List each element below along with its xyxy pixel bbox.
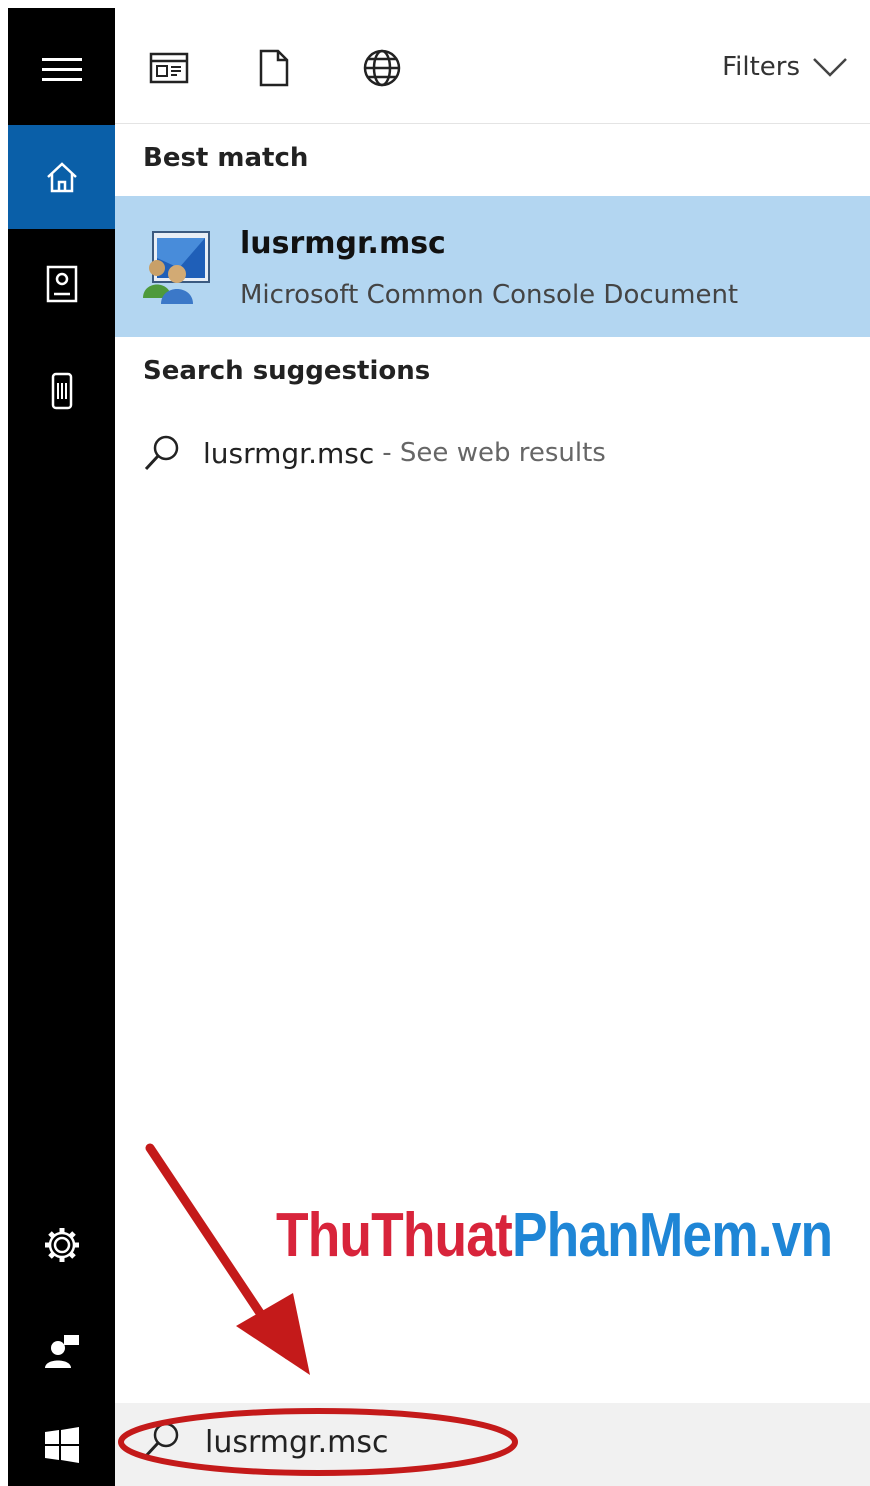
home-icon	[46, 162, 77, 193]
taskbar-search-box[interactable]: lusrmgr.msc	[115, 1403, 870, 1486]
search-input[interactable]: lusrmgr.msc	[205, 1425, 389, 1460]
watermark-logo: ThuThuatPhanMem.vn	[276, 1200, 833, 1271]
chevron-down-icon	[813, 58, 847, 77]
web-filter-button[interactable]	[360, 46, 404, 90]
windows-start-icon	[44, 1426, 79, 1463]
search-icon	[144, 435, 179, 471]
filters-label: Filters	[722, 52, 800, 82]
settings-button[interactable]	[8, 1193, 115, 1297]
documents-filter-button[interactable]	[252, 46, 296, 90]
best-match-title: lusrmgr.msc	[240, 226, 446, 261]
start-button[interactable]	[8, 1403, 115, 1486]
devices-button[interactable]	[8, 339, 115, 443]
toolbar: Filters	[115, 8, 870, 124]
device-icon	[51, 372, 72, 410]
settings-icon	[44, 1228, 79, 1262]
best-match-result[interactable]: lusrmgr.msc Microsoft Common Console Doc…	[115, 196, 870, 337]
hamburger-icon	[41, 58, 82, 81]
documents-icon	[259, 49, 289, 87]
left-rail	[8, 8, 115, 1486]
watermark-part1: ThuThuat	[276, 1201, 513, 1270]
hamburger-button[interactable]	[8, 18, 115, 122]
mmc-document-icon	[143, 231, 210, 304]
suggestion-hint: - See web results	[382, 438, 606, 468]
home-button[interactable]	[8, 125, 115, 229]
best-match-subtitle: Microsoft Common Console Document	[240, 280, 739, 310]
feedback-button[interactable]	[8, 1300, 115, 1404]
notebook-button[interactable]	[8, 232, 115, 336]
watermark-part2: PhanMem.vn	[511, 1201, 833, 1270]
best-match-heading: Best match	[143, 143, 309, 173]
search-icon	[143, 1422, 179, 1459]
apps-filter-button[interactable]	[147, 46, 191, 90]
notebook-icon	[46, 265, 77, 303]
apps-icon	[149, 52, 189, 84]
filters-dropdown[interactable]: Filters	[722, 52, 848, 82]
suggestion-item[interactable]: lusrmgr.msc - See web results	[143, 428, 606, 478]
feedback-icon	[44, 1335, 79, 1368]
suggestion-query: lusrmgr.msc	[203, 436, 375, 470]
web-icon	[363, 49, 401, 87]
search-results-panel: Filters Best match lusrmgr.msc Microsoft…	[115, 8, 870, 1403]
search-suggestions-heading: Search suggestions	[143, 356, 431, 386]
